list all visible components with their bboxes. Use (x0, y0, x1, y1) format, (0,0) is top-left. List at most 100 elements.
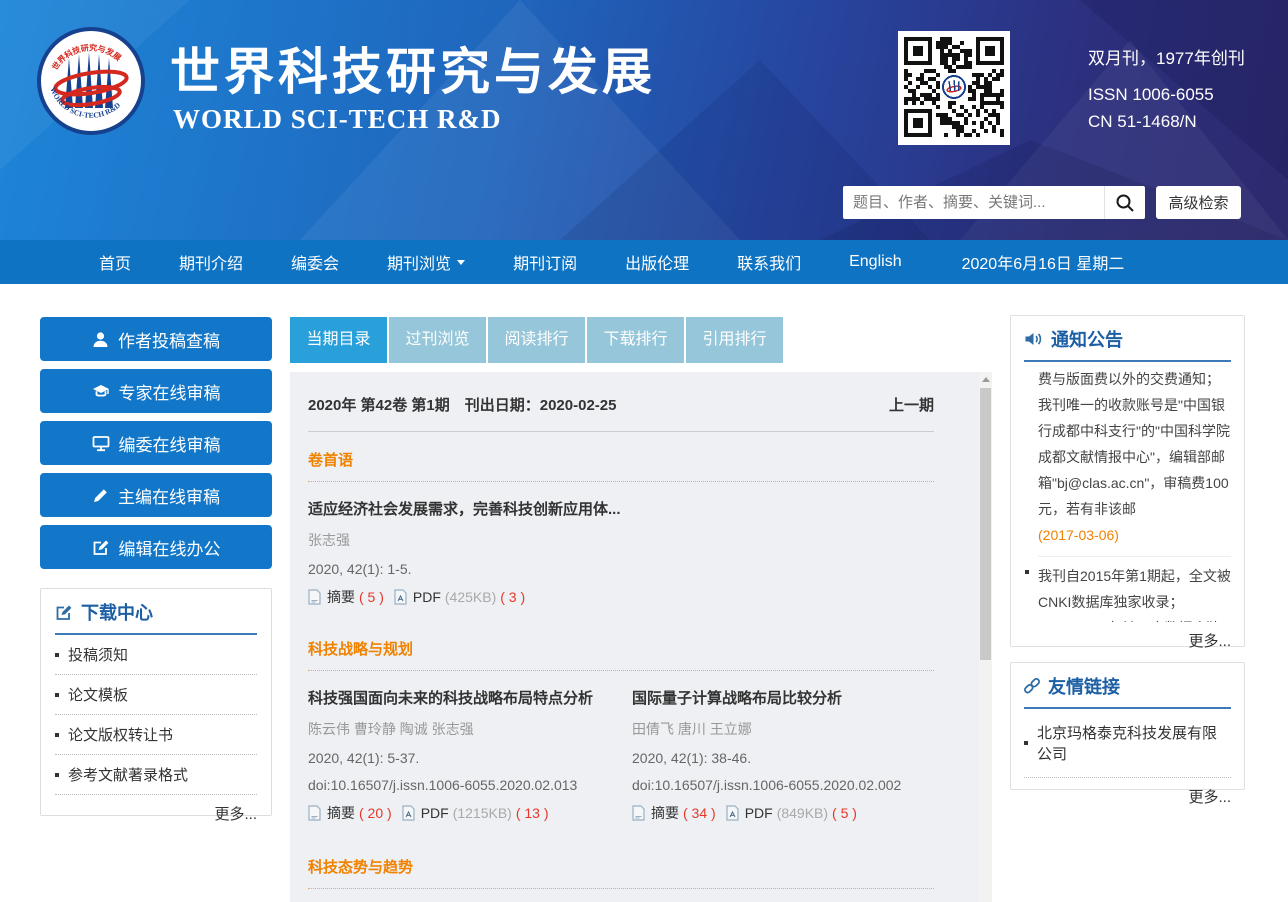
pdf-link[interactable]: PDF (413, 589, 441, 605)
article-item: 适应经济社会发展需求，完善科技创新应用体... 张志强 2020, 42(1):… (308, 482, 934, 607)
pencil-icon (92, 487, 109, 504)
issue-info: 2020年 第42卷 第1期 刊出日期：2020-02-25 (308, 394, 616, 415)
pdf-icon (402, 805, 415, 821)
tab-citation-ranking[interactable]: 引用排行 (686, 317, 783, 363)
previous-issue-link[interactable]: 上一期 (889, 394, 934, 415)
edit-square-icon (55, 604, 73, 621)
notice-list: 费与版面费以外的交费通知；我刊唯一的收款账号是"中国银行成都中科支行"的"中国科… (1024, 362, 1231, 622)
edit-square-icon (92, 539, 110, 556)
notice-panel-header: 通知公告 (1024, 316, 1231, 362)
pdf-icon (726, 805, 739, 821)
article-links: 摘要 ( 34 ) PDF (849KB) ( 5 ) (632, 803, 934, 823)
notice-more-link[interactable]: 更多... (1024, 622, 1231, 659)
main-navigation: 首页 期刊介绍 编委会 期刊浏览 期刊订阅 出版伦理 联系我们 English … (0, 240, 1288, 284)
editor-office-button[interactable]: 编辑在线办公 (40, 525, 272, 569)
download-center-more-link[interactable]: 更多... (55, 795, 257, 832)
pdf-count: ( 5 ) (832, 805, 857, 821)
journal-title-en: WORLD SCI-TECH R&D (173, 104, 502, 135)
download-item-copyright-transfer[interactable]: 论文版权转让书 (55, 715, 257, 755)
tab-archive[interactable]: 过刊浏览 (389, 317, 486, 363)
user-icon (92, 331, 109, 348)
search-bar (843, 186, 1145, 219)
download-item-submission-guide[interactable]: 投稿须知 (55, 635, 257, 675)
site-header: 世界科技研究与发展 WORLD SCI-TECH R&D 世界科技研究与发展 W… (0, 0, 1288, 240)
expert-review-button[interactable]: 专家在线审稿 (40, 369, 272, 413)
nav-item-home[interactable]: 首页 (75, 250, 155, 274)
section-heading-strategy: 科技战略与规划 (308, 621, 934, 671)
friendly-links-more-link[interactable]: 更多... (1024, 778, 1231, 815)
pdf-size: (849KB) (777, 805, 828, 821)
graduation-cap-icon (92, 383, 110, 400)
article-citation: 2020, 42(1): 5-37. (308, 750, 610, 766)
article-links: 摘要 ( 20 ) PDF (1215KB) ( 13 ) (308, 803, 610, 823)
bullet-icon (1024, 741, 1028, 745)
friendly-links-panel: 友情链接 北京玛格泰克科技发展有限公司 更多... (1010, 662, 1245, 790)
friendly-links-title: 友情链接 (1048, 673, 1120, 699)
issue-content-panel: 2020年 第42卷 第1期 刊出日期：2020-02-25 上一期 卷首语 适… (290, 372, 992, 902)
cn-number: CN 51-1468/N (1088, 112, 1245, 132)
article-authors: 陈云伟 曹玲静 陶诚 张志强 (308, 719, 610, 739)
pdf-count: ( 3 ) (500, 589, 525, 605)
advanced-search-button[interactable]: 高级检索 (1156, 186, 1241, 219)
notice-panel-title: 通知公告 (1051, 326, 1123, 352)
notice-item[interactable]: 我刊自2015年第1期起，全文被CNKI数据库独家收录；2009~2014年被万… (1038, 556, 1231, 622)
scrollbar-thumb[interactable] (980, 388, 991, 660)
article-title[interactable]: 国际量子计算战略布局比较分析 (632, 687, 934, 708)
magnifier-icon (1115, 193, 1135, 213)
article-item: 国际量子计算战略布局比较分析 田倩飞 唐川 王立娜 2020, 42(1): 3… (632, 671, 934, 823)
issn-number: ISSN 1006-6055 (1088, 85, 1245, 105)
bullet-icon (55, 653, 59, 657)
nav-item-publishing-ethics[interactable]: 出版伦理 (601, 250, 713, 274)
chief-editor-review-button[interactable]: 主编在线审稿 (40, 473, 272, 517)
nav-item-contact-us[interactable]: 联系我们 (713, 250, 825, 274)
download-center-title: 下载中心 (81, 599, 153, 625)
article-item: 科技强国面向未来的科技战略布局特点分析 陈云伟 曹玲静 陶诚 张志强 2020,… (308, 671, 610, 823)
notice-panel: 通知公告 费与版面费以外的交费通知；我刊唯一的收款账号是"中国银行成都中科支行"… (1010, 315, 1245, 647)
article-title[interactable]: 适应经济社会发展需求，完善科技创新应用体... (308, 498, 934, 519)
article-links: 摘要 ( 5 ) PDF (425KB) ( 3 ) (308, 587, 934, 607)
qr-code (898, 31, 1010, 145)
download-item-paper-template[interactable]: 论文模板 (55, 675, 257, 715)
chain-icon (1024, 678, 1040, 694)
publication-frequency: 双月刊，1977年创刊 (1088, 44, 1245, 69)
nav-item-journal-intro[interactable]: 期刊介绍 (155, 250, 267, 274)
nav-item-english[interactable]: English (825, 253, 925, 271)
bullet-icon (1025, 570, 1029, 574)
left-sidebar: 作者投稿查稿 专家在线审稿 编委在线审稿 主编在线审稿 (40, 317, 272, 577)
board-review-button[interactable]: 编委在线审稿 (40, 421, 272, 465)
tab-download-ranking[interactable]: 下载排行 (587, 317, 684, 363)
pdf-link[interactable]: PDF (745, 805, 773, 821)
search-button[interactable] (1104, 186, 1145, 219)
section-heading-trends: 科技态势与趋势 (308, 839, 934, 889)
journal-logo: 世界科技研究与发展 WORLD SCI-TECH R&D (36, 26, 146, 136)
tab-read-ranking[interactable]: 阅读排行 (488, 317, 585, 363)
abstract-link[interactable]: 摘要 (327, 587, 355, 607)
article-doi: doi:10.16507/j.issn.1006-6055.2020.02.00… (632, 777, 934, 793)
nav-item-subscription[interactable]: 期刊订阅 (489, 250, 601, 274)
download-center-panel: 下载中心 投稿须知 论文模板 论文版权转让书 参考文献著录格式 更多... (40, 588, 272, 816)
search-input[interactable] (843, 186, 1104, 219)
download-item-reference-format[interactable]: 参考文献著录格式 (55, 755, 257, 795)
article-authors: 田倩飞 唐川 王立娜 (632, 719, 934, 739)
article-title[interactable]: 科技强国面向未来的科技战略布局特点分析 (308, 687, 610, 708)
pdf-size: (425KB) (445, 589, 496, 605)
scrollbar-up-arrow-icon[interactable] (982, 377, 990, 382)
author-submission-button[interactable]: 作者投稿查稿 (40, 317, 272, 361)
nav-item-editorial-board[interactable]: 编委会 (267, 250, 363, 274)
tab-current-issue[interactable]: 当期目录 (290, 317, 387, 363)
article-item: 未来芯片技术发展态势分析 王立娜 唐川 徐婧 2020, 42(1): 47-5… (308, 889, 599, 902)
pdf-size: (1215KB) (453, 805, 512, 821)
nav-item-journal-browse[interactable]: 期刊浏览 (363, 250, 489, 274)
download-center-header: 下载中心 (55, 589, 257, 635)
article-citation: 2020, 42(1): 38-46. (632, 750, 934, 766)
abstract-link[interactable]: 摘要 (327, 803, 355, 823)
abstract-link[interactable]: 摘要 (651, 803, 679, 823)
bullet-icon (55, 773, 59, 777)
pdf-link[interactable]: PDF (421, 805, 449, 821)
friendly-link-item[interactable]: 北京玛格泰克科技发展有限公司 (1024, 709, 1231, 778)
notice-item[interactable]: 费与版面费以外的交费通知；我刊唯一的收款账号是"中国银行成都中科支行"的"中国科… (1038, 366, 1231, 548)
article-citation: 2020, 42(1): 1-5. (308, 561, 934, 577)
journal-homepage: 世界科技研究与发展 WORLD SCI-TECH R&D 世界科技研究与发展 W… (0, 0, 1288, 902)
panel-scrollbar[interactable] (979, 372, 992, 902)
pdf-count: ( 13 ) (516, 805, 549, 821)
